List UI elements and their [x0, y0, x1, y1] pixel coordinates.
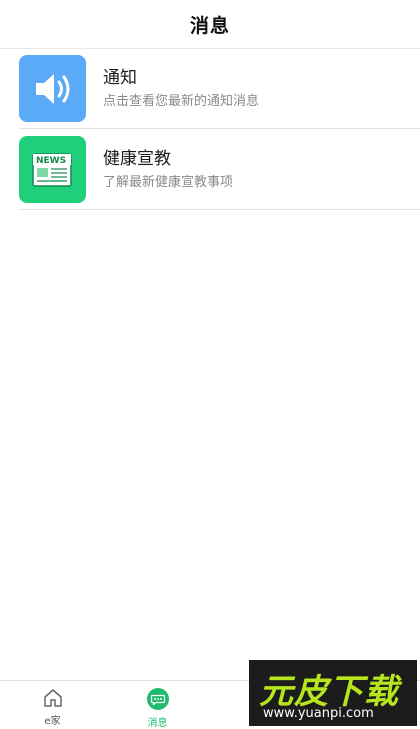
- watermark-logo: 元皮下载 www.yuanpi.com: [249, 660, 417, 726]
- speaker-icon: [35, 73, 69, 104]
- list-item-health-education[interactable]: NEWS 健康宣教 了解最新健康宣教事项: [0, 129, 420, 210]
- tab-label: 消息: [147, 718, 168, 729]
- home-icon: [43, 689, 62, 707]
- tab-messages[interactable]: 消息: [105, 681, 210, 729]
- nav-bar: 消息: [0, 0, 420, 49]
- divider: [19, 209, 420, 210]
- messages-screen: 消息 通知 点击查看您最新的通知消息 NEWS 健康宣教 了解最新健康宣教事项 …: [0, 0, 420, 729]
- news-icon-tile: NEWS: [19, 136, 86, 203]
- health-education-text: 健康宣教 了解最新健康宣教事项: [103, 148, 233, 192]
- list-item-notification[interactable]: 通知 点击查看您最新的通知消息: [0, 48, 420, 129]
- list-item-title: 健康宣教: [103, 148, 171, 169]
- page-title: 消息: [189, 14, 230, 37]
- tab-label: e家: [44, 716, 61, 727]
- news-icon-text: NEWS: [36, 156, 66, 166]
- news-icon: NEWS: [31, 152, 72, 187]
- message-list: 通知 点击查看您最新的通知消息 NEWS 健康宣教 了解最新健康宣教事项: [0, 48, 420, 210]
- watermark-url: www.yuanpi.com: [263, 706, 374, 721]
- notification-icon-tile: [19, 55, 86, 122]
- list-item-title: 通知: [103, 67, 137, 88]
- chat-bubble-icon: [146, 688, 169, 710]
- list-item-subtitle: 了解最新健康宣教事项: [103, 174, 234, 190]
- tab-home[interactable]: e家: [0, 681, 105, 729]
- notification-text: 通知 点击查看您最新的通知消息: [103, 67, 259, 111]
- list-item-subtitle: 点击查看您最新的通知消息: [103, 93, 260, 109]
